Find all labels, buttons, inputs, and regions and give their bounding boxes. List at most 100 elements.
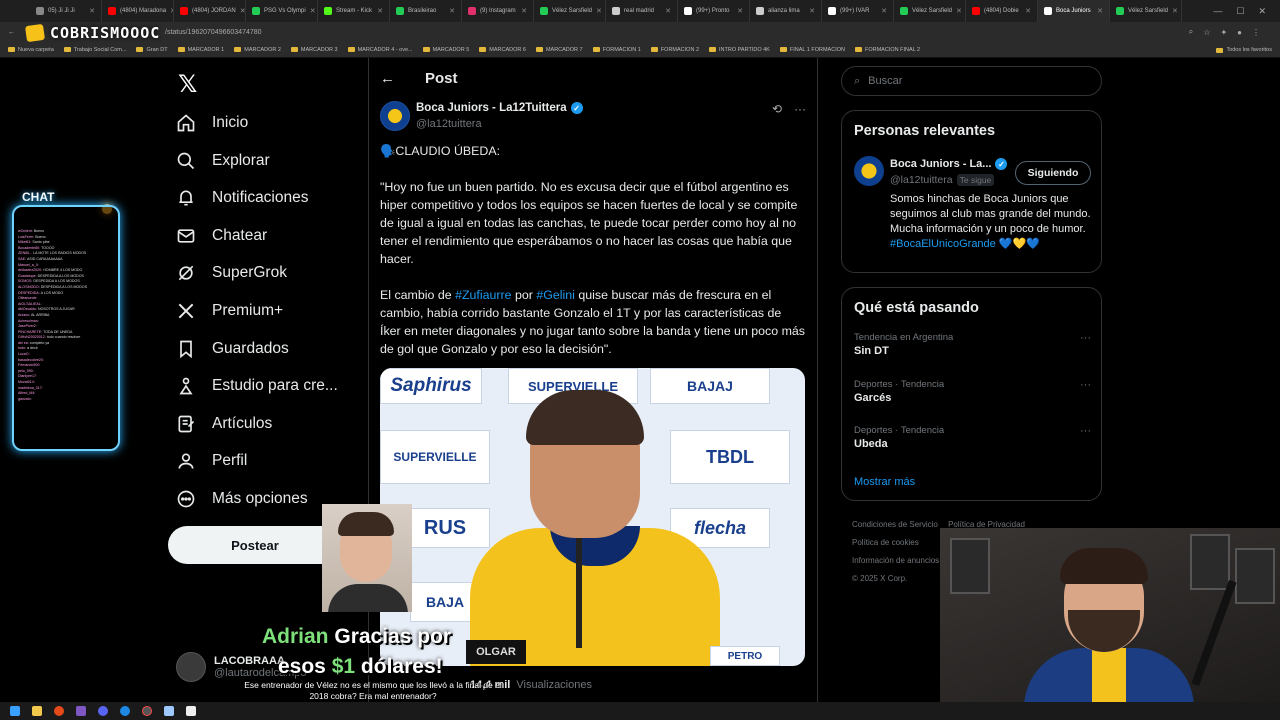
browser-tab[interactable]: Vélez Sarsfield ✕ (1110, 0, 1182, 22)
nav-item-estudio-para-cre[interactable]: Estudio para cre... (176, 376, 338, 396)
browser-tab[interactable]: real madrid ✕ (606, 0, 678, 22)
browser-tab[interactable]: Stream - Kick ✕ (318, 0, 390, 22)
more-icon[interactable]: ··· (1080, 379, 1091, 391)
browser-tab[interactable]: (99+) Pronto ✕ (678, 0, 750, 22)
minimize-icon[interactable]: — (1213, 6, 1222, 16)
back-icon[interactable]: ← (8, 29, 15, 36)
nav-item-explorar[interactable]: Explorar (176, 151, 270, 171)
tab-close-icon[interactable]: ✕ (809, 7, 815, 15)
tab-close-icon[interactable]: ✕ (1097, 7, 1103, 15)
x-logo-icon[interactable]: 𝕏 (178, 70, 197, 98)
browser-tab[interactable]: (4804) Maradona✕ (102, 0, 174, 22)
windows-start-icon[interactable] (10, 706, 20, 716)
more-icon[interactable]: ··· (1080, 332, 1091, 344)
browser-tab[interactable]: (4804) Dobie ✕ (966, 0, 1038, 22)
author-handle[interactable]: @la12tuittera (416, 118, 482, 130)
hashtag-link[interactable]: #BocaElUnicoGrande (890, 238, 996, 250)
tab-close-icon[interactable]: ✕ (665, 7, 671, 15)
nav-item-perfil[interactable]: Perfil (176, 451, 247, 471)
url-field[interactable]: /status/1962070496603474780 (165, 29, 262, 36)
bookmark-item[interactable]: MARCADOR 1 (177, 47, 224, 53)
bookmark-item[interactable]: Gran DT (136, 47, 168, 53)
profile-icon[interactable]: ● (1237, 28, 1242, 37)
maximize-icon[interactable]: ☐ (1236, 6, 1244, 17)
search-input[interactable]: ⌕ Buscar (841, 66, 1102, 96)
bookmark-item[interactable]: FORMACION 2 (650, 47, 699, 53)
trend-item[interactable]: Deportes · Tendencia Ubeda ··· (854, 425, 1091, 450)
tab-close-icon[interactable]: ✕ (449, 7, 455, 15)
nav-item-chatear[interactable]: Chatear (176, 226, 267, 246)
chrome-icon[interactable] (54, 706, 64, 716)
browser-tab[interactable]: Vélez Sarsfield ✕ (894, 0, 966, 22)
trend-item[interactable]: Tendencia en Argentina Sin DT ··· (854, 332, 1091, 357)
tab-close-icon[interactable]: ✕ (521, 7, 527, 15)
show-more-link[interactable]: Mostrar más (854, 476, 915, 488)
bookmark-item[interactable]: FINAL 1 FORMACION (779, 47, 845, 53)
app-icon[interactable] (76, 706, 86, 716)
avatar[interactable] (854, 156, 884, 186)
browser-tab[interactable]: Boca Juniors ✕ (1038, 0, 1110, 22)
browser-tab[interactable]: Brasileirao ✕ (390, 0, 462, 22)
menu-icon[interactable]: ⋮ (1252, 28, 1260, 37)
obs-icon[interactable] (142, 706, 152, 716)
post-button[interactable]: Postear (168, 526, 342, 564)
tab-close-icon[interactable]: ✕ (240, 7, 245, 15)
more-icon[interactable]: ··· (1080, 425, 1091, 437)
footer-link[interactable]: Condiciones de Servicio (852, 520, 938, 529)
all-bookmarks[interactable]: Todos los favoritos (1216, 42, 1272, 58)
bookmark-item[interactable]: FORMACION FINAL 2 (854, 47, 920, 53)
grok-icon[interactable]: ⟲ (772, 102, 782, 116)
tab-close-icon[interactable]: ✕ (881, 7, 887, 15)
bookmark-item[interactable]: MARCADOR 7 (535, 47, 583, 53)
app-icon[interactable] (164, 706, 174, 716)
tab-close-icon[interactable]: ✕ (89, 7, 95, 15)
footer-link[interactable]: Información de anuncios (852, 556, 939, 565)
bookmark-item[interactable]: MARCADOR 2 (234, 47, 281, 53)
back-arrow-icon[interactable]: ← (380, 70, 395, 87)
rel-name-row[interactable]: Boca Juniors - La... ✓ (890, 158, 1008, 170)
browser-tab[interactable]: alianza lima ✕ (750, 0, 822, 22)
browser-tab[interactable]: Vélez Sarsfield ✕ (534, 0, 606, 22)
close-icon[interactable]: ✕ (1258, 6, 1266, 17)
nav-item-guardados[interactable]: Guardados (176, 339, 289, 359)
tab-close-icon[interactable]: ✕ (956, 7, 962, 15)
browser-icon[interactable] (120, 706, 130, 716)
nav-item-supergrok[interactable]: SuperGrok (176, 263, 287, 283)
footer-link[interactable]: Política de cookies (852, 538, 919, 547)
bookmark-item[interactable]: Nueva carpeta (8, 47, 54, 53)
hashtag-link[interactable]: #Gelini (536, 288, 575, 302)
app-icon[interactable] (186, 706, 196, 716)
author-name-row[interactable]: Boca Juniors - La12Tuittera ✓ (416, 102, 583, 114)
tab-close-icon[interactable]: ✕ (596, 7, 602, 15)
file-explorer-icon[interactable] (32, 706, 42, 716)
star-icon[interactable]: ☆ (1203, 28, 1210, 37)
bookmark-item[interactable]: FORMACION 1 (592, 47, 641, 53)
bookmark-item[interactable]: MARCADOR 3 (290, 47, 338, 53)
zoom-icon[interactable]: ⌕ (1189, 27, 1193, 37)
tab-close-icon[interactable]: ✕ (737, 7, 743, 15)
tab-close-icon[interactable]: ✕ (377, 7, 383, 15)
browser-tab[interactable]: 05) Ji Ji Ji ✕ (30, 0, 102, 22)
nav-item-art-culos[interactable]: Artículos (176, 414, 272, 434)
bookmark-item[interactable]: MARCADOR 4 - ove... (347, 47, 413, 53)
browser-tab[interactable]: (4804) JORDAN ✕ (174, 0, 246, 22)
more-icon[interactable]: ··· (794, 102, 806, 116)
tab-close-icon[interactable]: ✕ (310, 7, 316, 15)
nav-item-inicio[interactable]: Inicio (176, 113, 248, 133)
hashtag-link[interactable]: #Zufiaurre (455, 288, 511, 302)
browser-tab[interactable]: (9) Instagram ✕ (462, 0, 534, 22)
author-avatar[interactable] (380, 101, 410, 131)
bookmark-item[interactable]: MARCADOR 5 (422, 47, 469, 53)
browser-tab[interactable]: PSG Vs Olympi ✕ (246, 0, 318, 22)
nav-item-notificaciones[interactable]: Notificaciones (176, 188, 309, 208)
trend-item[interactable]: Deportes · Tendencia Garcés ··· (854, 379, 1091, 404)
bookmark-item[interactable]: INTRO PARTIDO 4K (709, 47, 770, 53)
following-button[interactable]: Siguiendo (1015, 161, 1091, 185)
nav-item-m-s-opciones[interactable]: Más opciones (176, 489, 308, 509)
tab-close-icon[interactable]: ✕ (1025, 7, 1031, 15)
nav-item-premium[interactable]: Premium+ (176, 301, 283, 321)
extensions-icon[interactable]: ✦ (1220, 28, 1227, 37)
tab-close-icon[interactable]: ✕ (1172, 7, 1178, 15)
discord-icon[interactable] (98, 706, 108, 716)
bookmark-item[interactable]: MARCADOR 6 (479, 47, 526, 53)
